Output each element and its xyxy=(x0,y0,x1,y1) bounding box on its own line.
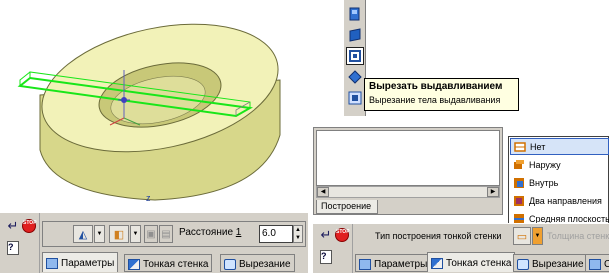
rotate-icon[interactable] xyxy=(347,27,363,43)
ring-model-drawing: z xyxy=(17,23,281,203)
two-directions-icon xyxy=(514,195,524,206)
tab-properties-right[interactable]: Св xyxy=(585,254,609,272)
right-side-tools: ↵ STOP ? xyxy=(313,224,353,273)
distance-index: 1 xyxy=(235,227,242,238)
scroll-left-icon[interactable]: ◀ xyxy=(317,187,329,197)
model-tree-panel: ◀ ▶ Построение xyxy=(313,127,503,215)
right-property-bar: ↵ STOP ? Тип построения тонкой стенки ▭ … xyxy=(313,223,609,273)
tab-cut[interactable]: Вырезание xyxy=(220,254,295,272)
menu-item-outward-label: Наружу xyxy=(529,159,561,170)
method-dropdown[interactable]: ▼ xyxy=(130,225,141,243)
menu-item-inward-label: Внутрь xyxy=(529,177,559,188)
params-icon-right xyxy=(359,258,371,270)
left-property-bar: ↵ STOP ? ◭ ▼ ◧ ▼ ▣ ▤ Расстояние 1 6.0 ▲ ▼… xyxy=(0,212,308,273)
thickness-label: Толщина стенки xyxy=(547,231,609,241)
thin-wall-type-label: Тип построения тонкой стенки xyxy=(375,231,502,241)
help-button[interactable]: ? xyxy=(4,239,22,257)
tab-thin-wall-label: Тонкая стенка xyxy=(143,258,209,270)
help-icon: ? xyxy=(7,241,19,255)
menu-item-none-label: Нет xyxy=(530,141,546,152)
distance-label-group: Расстояние 1 xyxy=(179,227,241,238)
scroll-right-icon[interactable]: ▶ xyxy=(487,187,499,197)
cut-icon-right xyxy=(517,258,529,270)
method-icon: ◧ xyxy=(113,228,125,241)
direction-icon: ◭ xyxy=(78,228,88,241)
method-button[interactable]: ◧ xyxy=(109,225,129,243)
svg-text:z: z xyxy=(146,193,151,203)
properties-icon xyxy=(589,258,601,270)
tab-params-right[interactable]: Параметры xyxy=(355,254,432,272)
thin-wall-row: Тип построения тонкой стенки ▭ ▼ Толщина… xyxy=(355,227,609,247)
tooltip: Вырезать выдавливанием Вырезание тела вы… xyxy=(364,78,519,111)
thin-wall-type-menu: Нет Наружу Внутрь Два направления Средня… xyxy=(508,136,609,227)
horizontal-scrollbar[interactable]: ◀ ▶ xyxy=(316,186,500,198)
tab-params-label: Параметры xyxy=(61,258,115,269)
thin-wall-icon-right xyxy=(431,258,443,269)
cut-rotate-icon[interactable] xyxy=(347,69,363,85)
extrude-icon[interactable] xyxy=(347,6,363,22)
cut-icon xyxy=(224,258,236,270)
outward-icon xyxy=(514,159,524,169)
tab-cut-label: Вырезание xyxy=(239,258,291,270)
help-icon-right: ? xyxy=(320,250,332,264)
stop-icon-right: STOP xyxy=(335,228,350,242)
tab-cut-right-label: Вырезание xyxy=(532,258,584,270)
tab-properties-right-label: Св xyxy=(604,258,609,270)
inward-icon xyxy=(514,177,524,188)
model-tree[interactable] xyxy=(316,130,500,186)
operations-toolbar xyxy=(344,0,366,116)
3d-viewport[interactable]: z xyxy=(0,0,308,210)
select-object-icon: ▣ xyxy=(146,228,156,240)
menu-item-two-directions[interactable]: Два направления xyxy=(510,192,609,209)
params-icon xyxy=(46,258,58,269)
thin-wall-type-icon: ▭ xyxy=(516,230,528,243)
stop-button[interactable]: STOP xyxy=(20,217,38,235)
menu-item-two-directions-label: Два направления xyxy=(529,195,602,206)
thin-wall-icon xyxy=(128,258,140,270)
distance-input[interactable]: 6.0 xyxy=(259,225,293,243)
direction-button[interactable]: ◭ xyxy=(73,225,93,243)
menu-item-inward[interactable]: Внутрь xyxy=(510,174,609,191)
params-row: ◭ ▼ ◧ ▼ ▣ ▤ Расстояние 1 6.0 ▲ ▼ xyxy=(42,221,306,247)
tab-thin-wall[interactable]: Тонкая стенка xyxy=(124,254,213,272)
tooltip-title: Вырезать выдавливанием xyxy=(369,81,503,92)
distance-label: Расстояние xyxy=(179,227,234,238)
tooltip-description: Вырезание тела выдавливания xyxy=(369,95,501,105)
left-side-tools: ↵ STOP ? xyxy=(0,213,40,273)
stop-icon: STOP xyxy=(22,219,37,233)
select-object-button[interactable]: ▣ xyxy=(144,225,158,243)
stop-button-right[interactable]: STOP xyxy=(333,226,351,244)
tab-thin-wall-right-label: Тонкая стенка xyxy=(446,258,512,269)
tab-params[interactable]: Параметры xyxy=(42,252,119,272)
thin-wall-type-dropdown[interactable]: ▼ xyxy=(532,227,543,245)
tab-cut-right[interactable]: Вырезание xyxy=(513,254,588,272)
menu-item-mid-plane-label: Средняя плоскость xyxy=(529,213,609,224)
right-tabs: Параметры Тонкая стенка Вырезание Св xyxy=(353,251,609,273)
reverse-icon: ▤ xyxy=(161,228,171,240)
help-button-right[interactable]: ? xyxy=(317,248,335,266)
tab-params-right-label: Параметры xyxy=(374,258,428,270)
none-icon xyxy=(514,141,526,152)
menu-item-outward[interactable]: Наружу xyxy=(510,156,609,173)
tab-thin-wall-right[interactable]: Тонкая стенка xyxy=(427,252,516,272)
direction-dropdown[interactable]: ▼ xyxy=(94,225,105,243)
distance-spinner[interactable]: ▲ ▼ xyxy=(293,225,303,243)
cut-extrude-icon[interactable] xyxy=(346,47,364,65)
menu-item-none[interactable]: Нет xyxy=(510,138,609,155)
reverse-button[interactable]: ▤ xyxy=(159,225,173,243)
hole-icon[interactable] xyxy=(347,90,363,106)
thin-wall-type-button[interactable]: ▭ xyxy=(513,227,531,245)
tab-build[interactable]: Построение xyxy=(316,200,378,214)
